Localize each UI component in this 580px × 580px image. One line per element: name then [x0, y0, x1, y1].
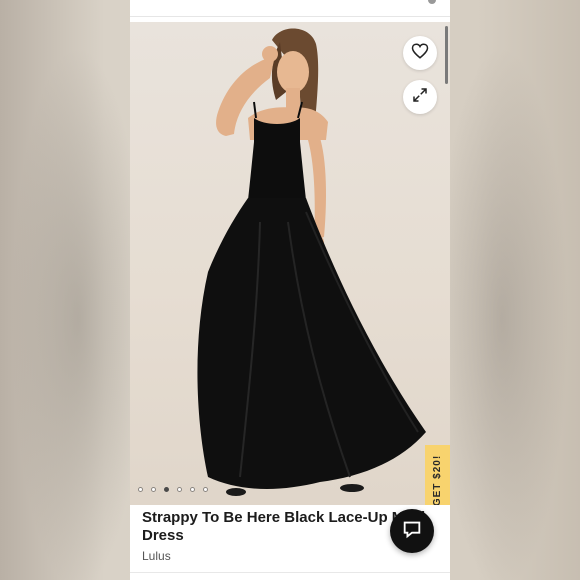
pagination-dot[interactable] — [190, 487, 195, 492]
gallery-pagination — [138, 487, 208, 492]
top-bar — [130, 0, 450, 17]
chat-bubble-icon — [401, 518, 423, 545]
product-screen: GET $20! Strappy To Be Here Black Lace-U… — [130, 0, 450, 580]
model-illustration — [197, 28, 426, 496]
promo-label: GET $20! — [432, 454, 444, 505]
promo-tab[interactable]: GET $20! — [425, 445, 450, 505]
chat-button[interactable] — [390, 509, 434, 553]
favorite-button[interactable] — [403, 36, 437, 70]
heart-icon — [411, 42, 429, 65]
expand-image-button[interactable] — [403, 80, 437, 114]
pagination-dot[interactable] — [203, 487, 208, 492]
top-indicator — [428, 0, 436, 4]
pagination-dot[interactable] — [177, 487, 182, 492]
product-image[interactable]: GET $20! — [130, 22, 450, 505]
divider — [130, 572, 450, 573]
pagination-dot[interactable] — [138, 487, 143, 492]
expand-icon — [411, 86, 429, 109]
scrollbar[interactable] — [445, 26, 448, 84]
pagination-dot-active[interactable] — [164, 487, 169, 492]
pagination-dot[interactable] — [151, 487, 156, 492]
product-brand[interactable]: Lulus — [142, 549, 171, 563]
